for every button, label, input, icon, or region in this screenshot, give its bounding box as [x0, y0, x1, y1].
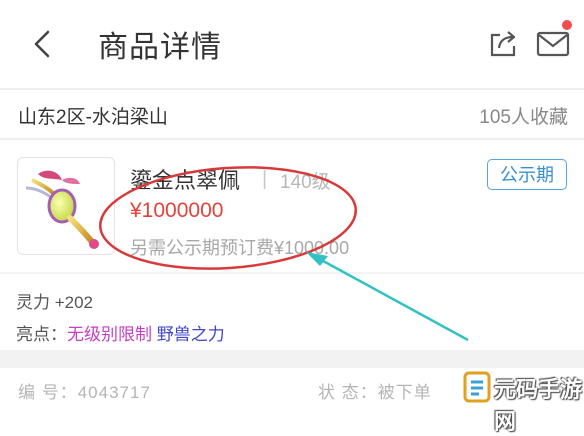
highlight-tag-beast-power: 野兽之力	[156, 325, 225, 344]
divider	[0, 138, 584, 140]
order-status: 状 态：被下单	[318, 383, 432, 402]
notification-dot	[562, 20, 572, 30]
page-title: 商品详情	[98, 31, 222, 64]
annotation-arrow-line	[313, 254, 469, 342]
status-badge: 公示期	[487, 159, 567, 190]
item-level: 140级	[280, 172, 331, 193]
watermark-text: 元码手游网	[494, 377, 583, 434]
item-name: 鎏金点翠佩	[130, 168, 241, 193]
divider	[0, 272, 584, 274]
share-icon[interactable]	[488, 28, 518, 58]
mail-icon[interactable]	[536, 30, 570, 58]
watermark-logo-icon	[463, 371, 491, 403]
top-bar: 商品详情	[0, 0, 584, 88]
name-level-separator: |	[262, 168, 268, 190]
spirit-stat: 灵力 +202	[16, 293, 94, 312]
divider	[0, 88, 584, 90]
highlight-tag-no-level: 无级别限制	[67, 325, 152, 344]
section-gap	[0, 350, 584, 368]
highlights-row: 亮点：无级别限制 野兽之力	[16, 320, 225, 345]
item-thumbnail[interactable]	[17, 157, 115, 255]
server-name: 山东2区-水泊梁山	[18, 107, 168, 128]
reservation-fee: 另需公示期预订费¥1000.00	[130, 238, 350, 258]
favorite-count[interactable]: 105人收藏	[479, 102, 568, 129]
serial-number: 编 号：4043717	[18, 383, 151, 402]
highlights-label: 亮点：	[16, 325, 67, 344]
pendant-image	[25, 170, 99, 249]
back-arrow-icon[interactable]	[28, 24, 58, 64]
item-price: ¥1000000	[130, 199, 224, 222]
